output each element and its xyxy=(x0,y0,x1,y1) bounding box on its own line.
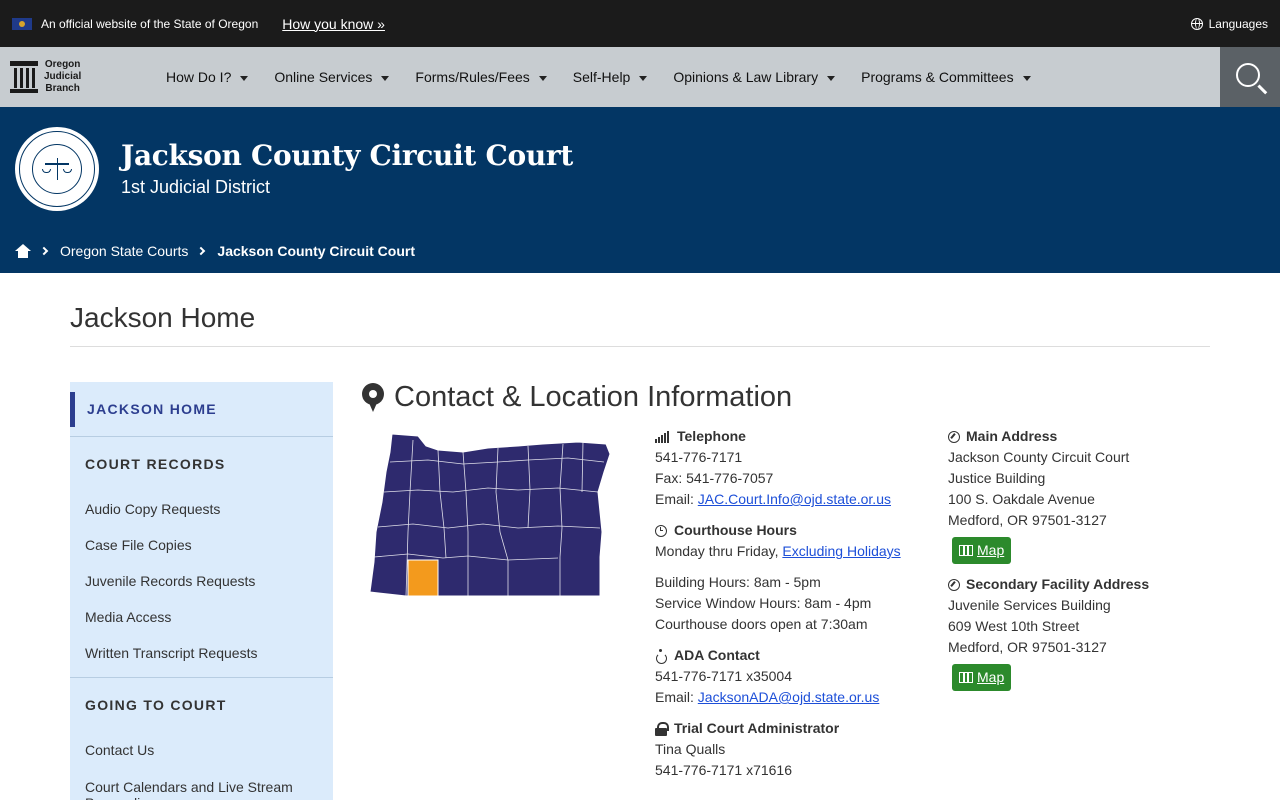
hours-heading: Courthouse Hours xyxy=(655,520,925,541)
title-divider xyxy=(70,346,1210,347)
building-hours: Building Hours: 8am - 5pm xyxy=(655,574,821,590)
nav-self-help[interactable]: Self-Help xyxy=(573,69,648,85)
map-icon xyxy=(959,545,973,556)
nav-online-services[interactable]: Online Services xyxy=(274,69,390,85)
sidebar-item-case-file-copies[interactable]: Case File Copies xyxy=(70,527,333,563)
languages-label: Languages xyxy=(1208,16,1268,31)
home-icon[interactable] xyxy=(15,244,31,258)
chevron-right-icon xyxy=(39,246,49,256)
how-you-know-link[interactable]: How you know » xyxy=(282,16,385,32)
chevron-right-icon xyxy=(197,246,206,256)
excluding-holidays-link[interactable]: Excluding Holidays xyxy=(782,543,900,559)
hours-days: Monday thru Friday, Excluding Holidays xyxy=(655,543,901,559)
sidebar-heading-going-to-court: GOING TO COURT xyxy=(85,697,227,713)
map-icon xyxy=(959,672,973,683)
breadcrumb-current: Jackson County Circuit Court xyxy=(217,243,415,259)
sidebar-item-court-calendars[interactable]: Court Calendars and Live Stream Proceedi… xyxy=(70,768,333,800)
page-title: Jackson Home xyxy=(70,302,256,333)
nav-forms-rules-fees[interactable]: Forms/Rules/Fees xyxy=(415,69,547,85)
gov-banner: An official website of the State of Oreg… xyxy=(0,0,1280,47)
secondary-address-heading: Secondary Facility Address xyxy=(948,574,1218,595)
nav-how-do-i[interactable]: How Do I? xyxy=(166,69,249,85)
caret-down-icon xyxy=(639,75,648,81)
court-subtitle: 1st Judicial District xyxy=(121,177,271,197)
breadcrumb: Oregon State Courts Jackson County Circu… xyxy=(15,243,415,259)
main-address-heading: Main Address xyxy=(948,426,1218,447)
sidebar-item-written-transcript-requests[interactable]: Written Transcript Requests xyxy=(70,635,333,671)
sidebar-item-media-access[interactable]: Media Access xyxy=(70,599,333,635)
ada-email-link[interactable]: JacksonADA@ojd.state.or.us xyxy=(698,689,880,705)
compass-icon xyxy=(948,578,960,591)
email-line: Email: JAC.Court.Info@ojd.state.or.us xyxy=(655,491,891,507)
sidebar: JACKSON HOME COURT RECORDS Audio Copy Re… xyxy=(70,382,333,800)
jackson-county-highlight xyxy=(407,559,439,597)
nav-opinions-law-library[interactable]: Opinions & Law Library xyxy=(673,69,836,85)
ada-email-line: Email: JacksonADA@ojd.state.or.us xyxy=(655,689,880,705)
ojd-logo[interactable]: Oregon Judicial Branch xyxy=(0,59,150,95)
sidebar-item-audio-copy-requests[interactable]: Audio Copy Requests xyxy=(70,491,333,527)
court-title: Jackson County Circuit Court xyxy=(121,139,574,172)
main-address-line-4: Medford, OR 97501-3127 xyxy=(948,512,1107,528)
languages-button[interactable]: Languages xyxy=(1190,16,1268,31)
contact-column-1: Telephone 541-776-7171 Fax: 541-776-7057… xyxy=(655,426,925,781)
search-button[interactable] xyxy=(1220,47,1280,107)
telephone-heading: Telephone xyxy=(655,426,925,447)
caret-down-icon xyxy=(1022,75,1031,81)
globe-icon xyxy=(1190,17,1203,30)
sidebar-item-jackson-home[interactable]: JACKSON HOME xyxy=(70,382,333,437)
map-marker-icon xyxy=(362,382,384,413)
main-address-line-2: Justice Building xyxy=(948,470,1046,486)
main-address-map-button[interactable]: Map xyxy=(952,537,1012,564)
fax-number: Fax: 541-776-7057 xyxy=(655,470,774,486)
admin-phone: 541-776-7171 x71616 xyxy=(655,762,793,778)
contact-title: Contact & Location Information xyxy=(362,381,792,414)
caret-down-icon xyxy=(240,75,249,81)
ada-phone: 541-776-7171 x35004 xyxy=(655,668,793,684)
doors-open-time: Courthouse doors open at 7:30am xyxy=(655,616,868,632)
judicial-seal xyxy=(15,127,99,211)
main-nav: Oregon Judicial Branch How Do I? Online … xyxy=(0,47,1280,107)
logo-text: Oregon Judicial Branch xyxy=(44,59,82,94)
admin-heading: Trial Court Administrator xyxy=(655,718,925,739)
wheelchair-icon xyxy=(655,648,668,664)
main-address-line-3: 100 S. Oakdale Avenue xyxy=(948,491,1095,507)
sidebar-heading-court-records: COURT RECORDS xyxy=(85,456,226,472)
nav-programs-committees[interactable]: Programs & Committees xyxy=(861,69,1031,85)
service-window-hours: Service Window Hours: 8am - 4pm xyxy=(655,595,872,611)
lock-icon xyxy=(655,721,669,736)
admin-name: Tina Qualls xyxy=(655,741,726,757)
main-address-line-1: Jackson County Circuit Court xyxy=(948,449,1130,465)
clock-icon xyxy=(655,524,667,537)
ada-heading: ADA Contact xyxy=(655,645,925,666)
compass-icon xyxy=(948,430,960,443)
gov-banner-text: An official website of the State of Oreg… xyxy=(41,16,259,31)
breadcrumb-oregon-state-courts[interactable]: Oregon State Courts xyxy=(60,243,188,259)
caret-down-icon xyxy=(827,75,836,81)
caret-down-icon xyxy=(538,75,547,81)
oregon-flag-icon xyxy=(12,17,32,30)
secondary-address-line-2: 609 West 10th Street xyxy=(948,618,1080,634)
caret-down-icon xyxy=(381,75,390,81)
contact-column-2: Main Address Jackson County Circuit Cour… xyxy=(948,426,1218,691)
secondary-address-line-1: Juvenile Services Building xyxy=(948,597,1111,613)
telephone-number: 541-776-7171 xyxy=(655,449,743,465)
secondary-address-map-button[interactable]: Map xyxy=(952,664,1012,691)
pillar-icon xyxy=(10,61,38,93)
search-icon xyxy=(1236,63,1260,87)
oregon-county-map xyxy=(369,433,611,597)
sidebar-item-juvenile-records-requests[interactable]: Juvenile Records Requests xyxy=(70,563,333,599)
court-header: Jackson County Circuit Court 1st Judicia… xyxy=(0,107,1280,273)
court-email-link[interactable]: JAC.Court.Info@ojd.state.or.us xyxy=(698,491,891,507)
signal-bars-icon xyxy=(655,430,671,443)
secondary-address-line-3: Medford, OR 97501-3127 xyxy=(948,639,1107,655)
sidebar-item-contact-us[interactable]: Contact Us xyxy=(70,732,333,768)
nav-menu: How Do I? Online Services Forms/Rules/Fe… xyxy=(166,69,1057,85)
